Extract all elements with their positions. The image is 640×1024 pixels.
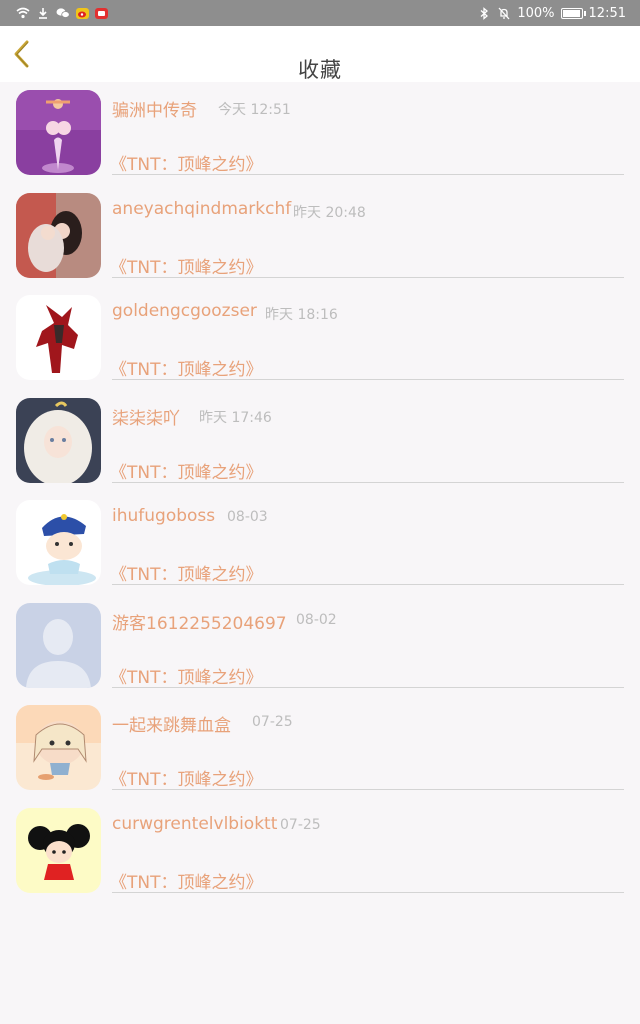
battery-percent: 100% bbox=[517, 5, 555, 21]
avatar[interactable] bbox=[16, 705, 101, 790]
timestamp: 08-03 bbox=[227, 509, 268, 525]
header: 收藏 bbox=[0, 26, 640, 82]
avatar[interactable] bbox=[16, 500, 101, 585]
list-item[interactable]: ihufugoboss 08-03 《TNT：顶峰之约》 bbox=[0, 492, 640, 595]
list-item[interactable]: 一起来跳舞血盒 07-25 《TNT：顶峰之约》 bbox=[0, 697, 640, 800]
avatar[interactable] bbox=[16, 295, 101, 380]
avatar[interactable] bbox=[16, 397, 101, 483]
story-title-link[interactable]: 《TNT：顶峰之约》 bbox=[110, 560, 263, 585]
username[interactable]: 骗洲中传奇 bbox=[112, 96, 197, 121]
story-title-link[interactable]: 《TNT：顶峰之约》 bbox=[110, 253, 263, 278]
username[interactable]: 柒柒柒吖 bbox=[112, 404, 180, 429]
favorites-list: 骗洲中传奇 今天 12:51 《TNT：顶峰之约》 aneyachqindmar… bbox=[0, 82, 640, 902]
battery-level-fill bbox=[562, 9, 580, 17]
video-app-icon bbox=[95, 7, 108, 19]
list-item[interactable]: 游客1612255204697 08-02 《TNT：顶峰之约》 bbox=[0, 595, 640, 698]
divider bbox=[112, 789, 624, 790]
mute-icon bbox=[497, 6, 511, 20]
status-bar: 100% 12:51 bbox=[0, 0, 640, 26]
avatar[interactable] bbox=[16, 90, 101, 175]
wifi-icon bbox=[16, 6, 30, 20]
list-item[interactable]: goldengcgoozser 昨天 18:16 《TNT：顶峰之约》 bbox=[0, 287, 640, 390]
timestamp: 今天 12:51 bbox=[218, 102, 291, 118]
story-title-link[interactable]: 《TNT：顶峰之约》 bbox=[110, 663, 263, 688]
battery-icon bbox=[560, 7, 586, 19]
story-title-link[interactable]: 《TNT：顶峰之约》 bbox=[110, 765, 263, 790]
story-title-link[interactable]: 《TNT：顶峰之约》 bbox=[110, 150, 263, 175]
status-right: 100% 12:51 bbox=[477, 6, 626, 21]
username[interactable]: 游客1612255204697 bbox=[112, 609, 287, 634]
status-clock: 12:51 bbox=[588, 5, 626, 21]
divider bbox=[112, 481, 624, 483]
timestamp: 07-25 bbox=[252, 714, 293, 730]
avatar[interactable] bbox=[16, 602, 101, 688]
status-left bbox=[16, 6, 108, 20]
divider bbox=[112, 174, 624, 175]
page-title: 收藏 bbox=[298, 58, 342, 82]
divider bbox=[112, 379, 624, 380]
list-item[interactable]: aneyachqindmarkchf 昨天 20:48 《TNT：顶峰之约》 bbox=[0, 185, 640, 288]
story-title-link[interactable]: 《TNT：顶峰之约》 bbox=[110, 868, 263, 893]
divider bbox=[112, 584, 624, 585]
story-title-link[interactable]: 《TNT：顶峰之约》 bbox=[110, 458, 263, 483]
list-item[interactable]: curwgrentelvlbioktt 07-25 《TNT：顶峰之约》 bbox=[0, 800, 640, 903]
username[interactable]: curwgrentelvlbioktt bbox=[112, 814, 277, 834]
divider bbox=[112, 891, 624, 893]
username[interactable]: ihufugoboss bbox=[112, 506, 215, 526]
wechat-icon bbox=[56, 6, 70, 20]
download-icon bbox=[36, 6, 50, 20]
weibo-icon bbox=[76, 7, 89, 19]
list-item[interactable]: 柒柒柒吖 昨天 17:46 《TNT：顶峰之约》 bbox=[0, 390, 640, 493]
list-item[interactable]: 骗洲中传奇 今天 12:51 《TNT：顶峰之约》 bbox=[0, 82, 640, 185]
divider bbox=[112, 276, 624, 278]
username[interactable]: goldengcgoozser bbox=[112, 301, 257, 321]
bluetooth-icon bbox=[477, 6, 491, 20]
timestamp: 昨天 20:48 bbox=[293, 204, 366, 221]
story-title-link[interactable]: 《TNT：顶峰之约》 bbox=[110, 355, 263, 380]
timestamp: 07-25 bbox=[280, 816, 321, 833]
timestamp: 昨天 17:46 bbox=[199, 409, 272, 426]
username[interactable]: aneyachqindmarkchf bbox=[112, 199, 291, 219]
username[interactable]: 一起来跳舞血盒 bbox=[112, 711, 231, 736]
avatar[interactable] bbox=[16, 192, 101, 278]
avatar[interactable] bbox=[16, 807, 101, 893]
timestamp: 08-02 bbox=[296, 611, 337, 628]
timestamp: 昨天 18:16 bbox=[265, 307, 338, 323]
divider bbox=[112, 686, 624, 688]
